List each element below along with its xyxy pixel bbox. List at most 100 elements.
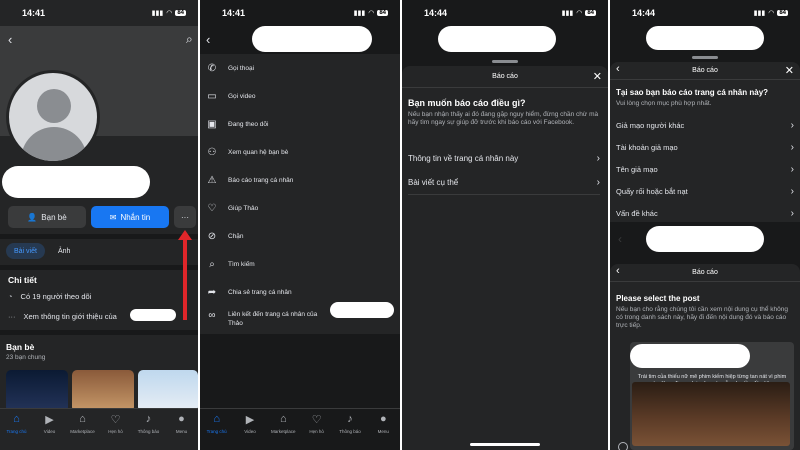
report-reason-screen: 14:44 ▮▮▮ ◠ 84 ‹ Báo cáo ✕ Tại sao bạn b… [610, 0, 800, 450]
sheet-title: Báo cáo [692, 269, 718, 276]
status-bar: 14:41 ▮▮▮ ◠ 84 [0, 0, 198, 26]
menu-item-label: Tìm kiếm [228, 260, 255, 268]
report-description: Nếu bạn nhận thấy ai đó đang gặp nguy hi… [408, 111, 599, 126]
menu-avatar-icon: ● [379, 413, 387, 425]
nav-notifications[interactable]: ♪ Thông báo [335, 413, 365, 450]
menu-item-friendship[interactable]: ⚇ Xem quan hệ bạn bè [200, 138, 400, 166]
reason-option[interactable]: Giả mạo người khác › [616, 118, 794, 132]
signal-icon: ▮▮▮ [561, 10, 574, 17]
back-icon[interactable]: ‹ [616, 63, 620, 75]
nav-notifications[interactable]: ♪ Thông báo [134, 413, 164, 450]
nav-video[interactable]: ▶ Video [35, 413, 65, 450]
reason-option[interactable]: Quấy rối hoặc bắt nạt › [616, 184, 794, 198]
reason-option[interactable]: Tên giả mạo › [616, 162, 794, 176]
message-button-label: Nhắn tin [120, 212, 151, 222]
post-video-thumbnail[interactable] [632, 382, 790, 446]
close-icon[interactable]: ✕ [785, 64, 794, 77]
video-icon: ▶ [45, 414, 54, 426]
profile-menu-screen: 14:41 ▮▮▮ ◠ 84 ‹ ✆ Gọi thoại ▭ Gọi video ▣… [200, 0, 400, 450]
menu-item-label: Chặn [228, 232, 244, 240]
back-icon[interactable]: ‹ [8, 32, 12, 47]
menu-item-search[interactable]: ⌕ Tìm kiếm [200, 250, 400, 278]
reason-hint: Vui lòng chọn mục phù hợp nhất. [616, 100, 712, 107]
reason-option[interactable]: Tài khoản giả mạo › [616, 140, 794, 154]
message-button[interactable]: ✉ Nhắn tin [91, 206, 169, 228]
block-icon: ⊘ [207, 230, 217, 242]
menu-item-voice-call[interactable]: ✆ Gọi thoại [200, 54, 400, 82]
post-select-radio[interactable] [618, 442, 628, 450]
menu-item-video-call[interactable]: ▭ Gọi video [200, 82, 400, 110]
sheet-grabber[interactable] [492, 60, 518, 63]
option-label: Quấy rối hoặc bắt nạt [616, 186, 688, 196]
option-label: Bài viết cụ thể [408, 177, 459, 187]
signal-icon: ▮▮▮ [753, 10, 766, 17]
tab-photos[interactable]: Ảnh [50, 243, 78, 259]
see-about-row[interactable]: ··· Xem thông tin giới thiệu của [8, 312, 117, 321]
nav-marketplace-label: Marketplace [70, 429, 95, 434]
status-time: 14:44 [632, 8, 656, 18]
more-options-button[interactable]: ··· [174, 206, 196, 228]
nav-dating[interactable]: ♡ Hẹn hò [101, 413, 131, 450]
status-bar: 14:41 ▮▮▮ ◠ 84 [200, 0, 400, 26]
sheet-header: ‹ Báo cáo ✕ [610, 62, 800, 80]
heart-outline-icon: ♡ [207, 202, 217, 214]
search-icon: ⌕ [209, 258, 215, 270]
nav-video-label: Video [244, 429, 256, 434]
followers-row: ◔ Có 19 người theo dõi [8, 292, 91, 301]
tab-photos-label: Ảnh [58, 247, 71, 255]
nav-marketplace[interactable]: ⌂ Marketplace [268, 413, 298, 450]
home-indicator [470, 443, 540, 446]
system-icons: ▮▮▮ ◠ 84 [354, 9, 388, 17]
wifi-icon: ◠ [768, 10, 775, 17]
nav-menu[interactable]: ● Menu [368, 413, 398, 450]
nav-dating-label: Hẹn hò [108, 429, 123, 434]
back-icon[interactable]: ‹ [616, 265, 620, 277]
option-label: Thông tin về trang cá nhân này [408, 153, 519, 163]
friends-button[interactable]: 👤 Bạn bè [8, 206, 86, 228]
tab-posts[interactable]: Bài viết [6, 243, 45, 259]
menu-item-block[interactable]: ⊘ Chặn [200, 222, 400, 250]
redacted-profile-name [2, 166, 150, 198]
nav-home[interactable]: ⌂ Trang chủ [202, 413, 232, 450]
profile-avatar[interactable] [6, 70, 100, 164]
screenshot-collage: 14:41 ▮▮▮ ◠ 84 ‹ ⌕ 👤 Bạn bè ✉ Nhắn tin ·… [0, 0, 800, 450]
close-icon[interactable]: ✕ [593, 70, 602, 83]
menu-item-label: Giúp Thảo [228, 204, 259, 212]
nav-home[interactable]: ⌂ Trang chủ [2, 413, 32, 450]
redacted-name-link [330, 302, 394, 318]
menu-item-label: Đang theo dõi [228, 120, 269, 128]
menu-item-following[interactable]: ▣ Đang theo dõi [200, 110, 400, 138]
nav-notifications-label: Thông báo [137, 429, 160, 434]
menu-item-report-profile[interactable]: ⚠ Báo cáo trang cá nhân [200, 166, 400, 194]
search-icon[interactable]: ⌕ [186, 32, 193, 47]
nav-video[interactable]: ▶ Video [235, 413, 265, 450]
chevron-right-icon: › [790, 185, 794, 197]
option-profile-info[interactable]: Thông tin về trang cá nhân này › [408, 150, 600, 166]
redacted-profile-name [252, 26, 372, 52]
friends-title: Bạn bè [6, 342, 35, 352]
avatar-head-shape [37, 89, 71, 123]
phone-icon: ✆ [207, 62, 217, 74]
nav-dating[interactable]: ♡ Hẹn hò [302, 413, 332, 450]
video-icon: ▶ [245, 414, 255, 426]
nav-marketplace-label: Marketplace [271, 429, 296, 434]
nav-menu-label: Menu [377, 429, 389, 434]
friend-thumbnail[interactable] [6, 370, 68, 412]
menu-item-help[interactable]: ♡ Giúp Thảo [200, 194, 400, 222]
back-icon[interactable]: ‹ [206, 32, 210, 47]
friend-thumbnail[interactable] [138, 370, 198, 412]
nav-marketplace[interactable]: ⌂ Marketplace [68, 413, 98, 450]
reason-sheet: ‹ Báo cáo ✕ Tại sao bạn báo cáo trang cá… [610, 62, 800, 222]
marketplace-icon: ⌂ [79, 413, 86, 425]
report-what-screen: 14:44 ▮▮▮ ◠ 84 Báo cáo ✕ Bạn muốn báo cá… [402, 0, 608, 450]
back-icon[interactable]: ‹ [618, 232, 622, 246]
nav-menu[interactable]: ● Menu [167, 413, 197, 450]
friend-thumbnail[interactable] [72, 370, 134, 412]
menu-item-label: Xem quan hệ bạn bè [228, 148, 289, 156]
sheet-grabber[interactable] [692, 56, 718, 59]
select-post-heading: Please select the post [616, 294, 700, 303]
reason-option[interactable]: Vấn đề khác › [616, 206, 794, 220]
option-specific-post[interactable]: Bài viết cụ thể › [408, 174, 600, 190]
sheet-title: Báo cáo [692, 67, 718, 74]
wifi-icon: ◠ [368, 10, 375, 17]
